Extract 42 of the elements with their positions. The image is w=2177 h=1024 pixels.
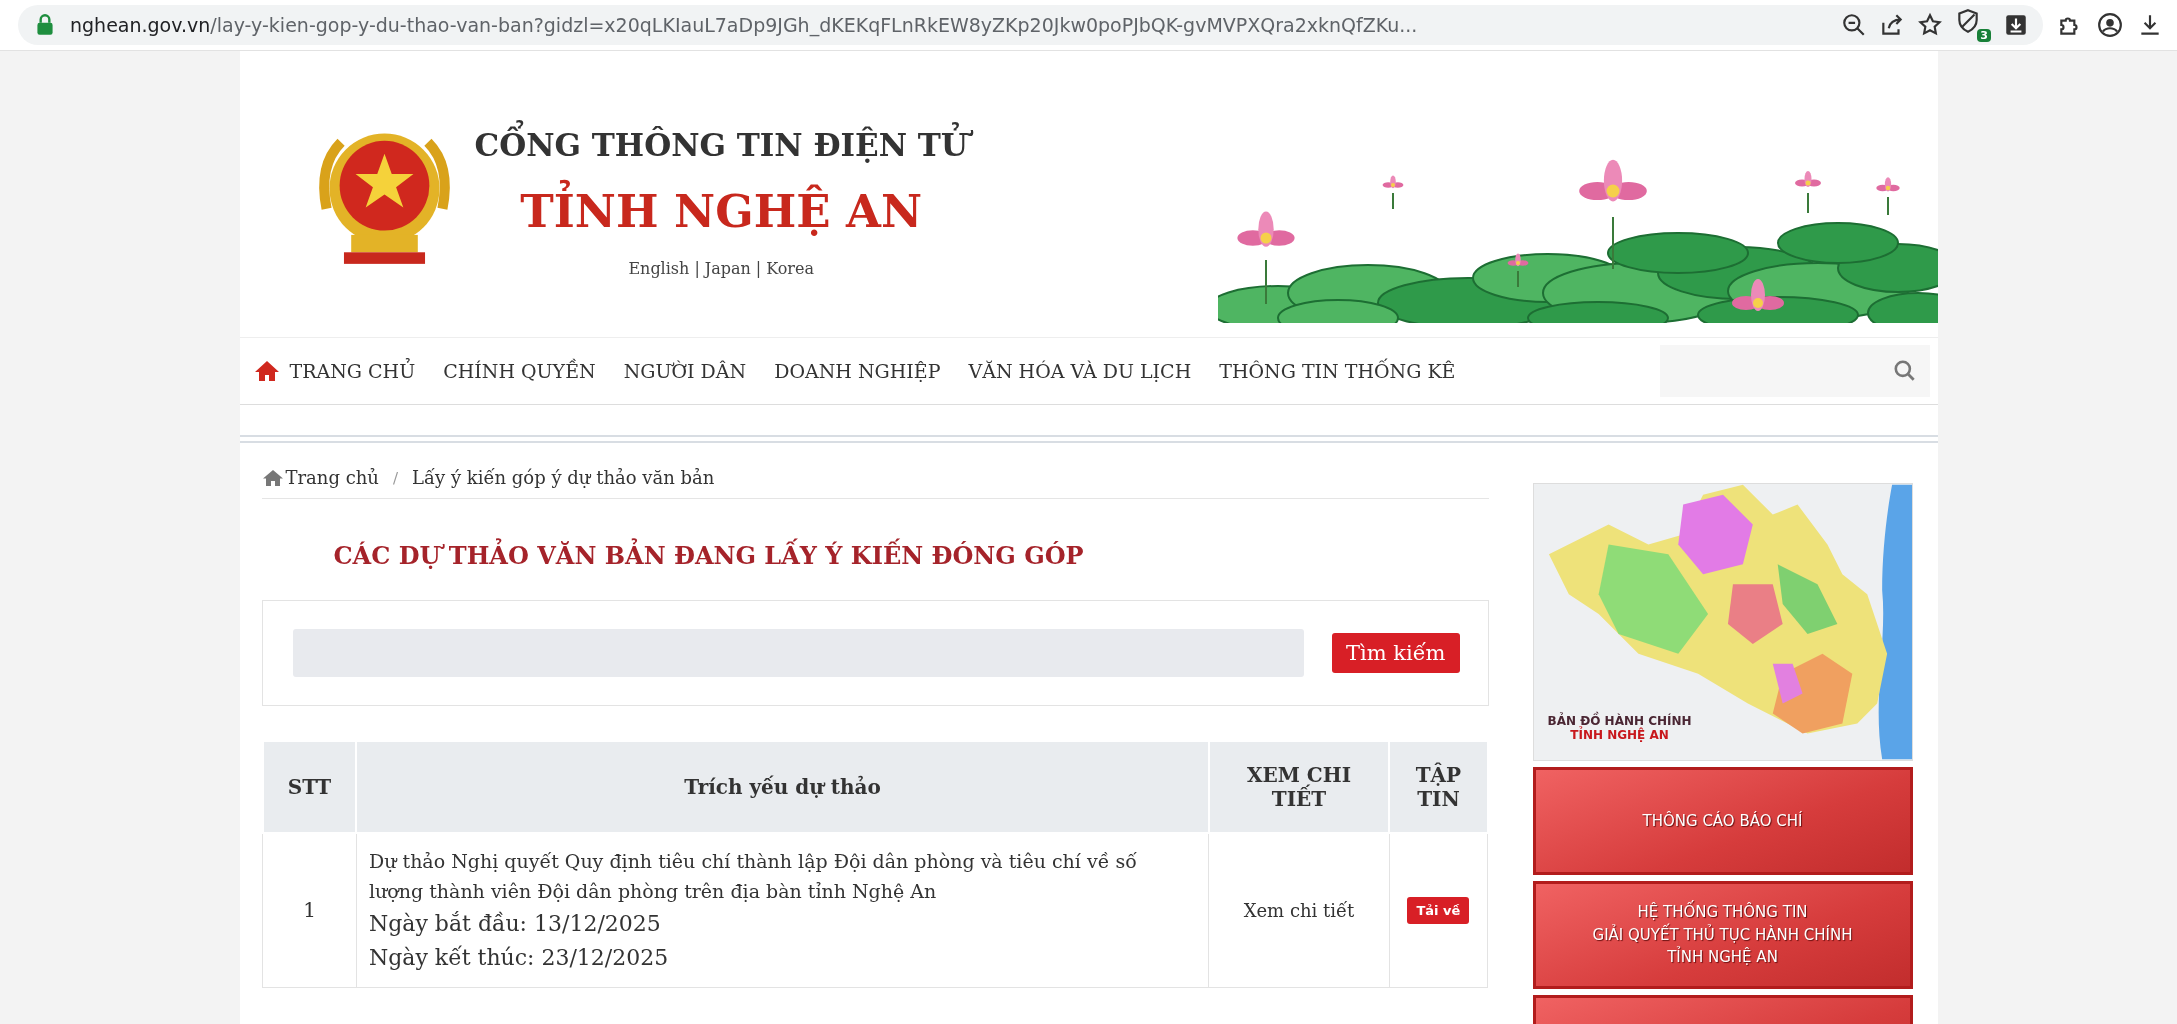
nav-link[interactable]: CHÍNH QUYỀN (443, 360, 596, 382)
search-button[interactable]: Tìm kiếm (1331, 633, 1460, 673)
download-button[interactable]: Tải về (1407, 897, 1470, 924)
nav-link[interactable]: TRANG CHỦ (253, 360, 416, 382)
nav-link[interactable]: DOANH NGHIỆP (774, 360, 941, 382)
home-icon (261, 468, 284, 487)
column-header: TẬP TIN (1389, 741, 1488, 833)
extension-button[interactable]: 3 (1955, 8, 1991, 42)
language-link[interactable]: English (628, 259, 690, 279)
detail-link[interactable]: Xem chi tiết (1243, 900, 1355, 921)
star-icon[interactable] (1917, 12, 1943, 38)
banner-link[interactable]: HỆ THỐNG THÔNG TIN GIẢI QUYẾT THỦ TỤC HÀNH CHÍNH TỈNH NGHỆ AN (1532, 881, 1913, 989)
end-date: Ngày kết thúc: 23/12/2025 (369, 943, 670, 972)
site-title: CỔNG THÔNG TIN ĐIỆN TỬ (466, 117, 976, 173)
language-separator: | (755, 259, 762, 279)
zoom-out-icon[interactable] (1841, 12, 1867, 38)
table-cell: 1 (262, 833, 357, 988)
start-date: Ngày bắt đầu: 13/12/2025 (369, 909, 662, 938)
breadcrumb-link[interactable]: Trang chủ (261, 467, 379, 488)
map-caption: TỈNH NGHỆ AN (1570, 728, 1669, 742)
column-header: STT (262, 741, 357, 833)
draft-summary: Dự thảo Nghị quyết Quy định tiêu chí thành lập Đội dân phòng và tiêu chí về số lượng thành viên Đội dân phòng trên địa bàn tỉnh Nghệ An (369, 849, 1138, 905)
nav-link[interactable]: THÔNG TIN THỐNG KÊ (1219, 360, 1456, 382)
language-separator: | (694, 259, 700, 279)
column-header: XEM CHI TIẾT (1208, 741, 1390, 833)
share-icon[interactable] (1879, 12, 1905, 38)
count-badge: 3 (1977, 29, 1991, 42)
column-header: Trích yếu dự thảo (356, 741, 1209, 833)
download-icon[interactable] (2003, 12, 2029, 38)
language-link[interactable]: Korea (766, 259, 814, 279)
home-icon (253, 360, 280, 382)
breadcrumb-separator: / (392, 468, 398, 487)
shield-icon (1955, 8, 1981, 34)
nav-link[interactable]: VĂN HÓA VÀ DU LỊCH (968, 360, 1192, 382)
url-text[interactable]: nghean.gov.vn/lay-y-kien-gop-y-du-thao-van-ban?gidzl=x20qLKIauL7aDp9JGh_dKEKqFLnRkEW8yZKp20Jkw0poPJbQK-gvMVPXQra2xknQfZKu... (70, 14, 1418, 36)
language-link[interactable]: Japan (704, 259, 751, 279)
nav-link[interactable]: NGƯỜI DÂN (623, 360, 747, 382)
site-subtitle: TỈNH NGHỆ AN (520, 180, 923, 244)
profile-icon[interactable] (2097, 12, 2123, 38)
breadcrumb-link[interactable]: Lấy ý kiến góp ý dự thảo văn bản (412, 467, 715, 488)
banner-link[interactable]: THÔNG CÁO BÁO CHÍ (1532, 767, 1913, 875)
search-field[interactable] (1659, 345, 1930, 397)
